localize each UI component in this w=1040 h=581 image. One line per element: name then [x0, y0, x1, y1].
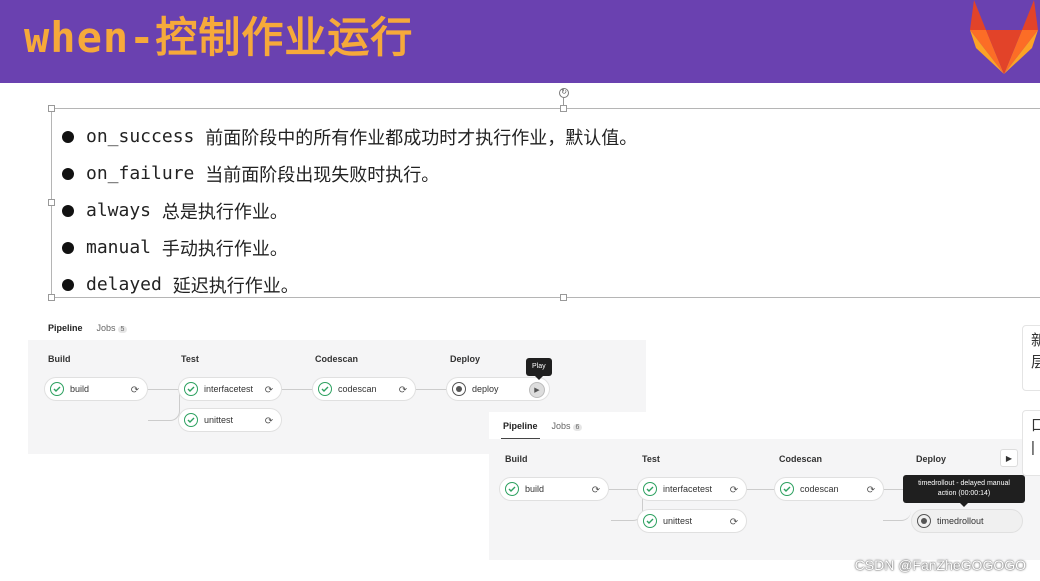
rotate-handle-icon[interactable]: ↻ — [559, 88, 569, 98]
stage-title-codescan: Codescan — [779, 454, 823, 464]
retry-icon[interactable]: ⟳ — [863, 482, 879, 498]
side-card: 口 | — [1022, 410, 1040, 476]
pipeline-tabs: Pipeline Jobs 5 — [46, 314, 139, 342]
job-interfacetest[interactable]: interfacetest ⟳ — [637, 477, 747, 501]
job-unittest[interactable]: unittest ⟳ — [637, 509, 747, 533]
side-card: 新 层 — [1022, 325, 1040, 391]
stage-title-build: Build — [505, 454, 528, 464]
bullet-icon — [62, 167, 74, 180]
job-codescan[interactable]: codescan ⟳ — [312, 377, 416, 401]
success-status-icon — [318, 382, 332, 396]
retry-icon[interactable]: ⟳ — [395, 382, 411, 398]
job-deploy[interactable]: deploy ▶ — [446, 377, 550, 401]
stage-title-deploy: Deploy — [916, 454, 947, 464]
jobs-count-badge: 6 — [572, 423, 583, 431]
tab-jobs[interactable]: Jobs 5 — [95, 319, 130, 337]
stage-title-build: Build — [48, 354, 71, 364]
slide-title: when-控制作业运行 — [24, 13, 414, 62]
tab-pipeline[interactable]: Pipeline — [46, 319, 85, 342]
bullet-icon — [62, 278, 74, 291]
tab-pipeline[interactable]: Pipeline — [501, 417, 540, 440]
gitlab-logo-icon — [970, 0, 1038, 74]
resize-handle[interactable] — [48, 105, 55, 112]
job-build[interactable]: build ⟳ — [44, 377, 148, 401]
list-item: on_success 前面阶段中的所有作业都成功时才执行作业，默认值。 — [62, 118, 637, 155]
scroll-right-button[interactable]: ▶ — [1000, 449, 1018, 467]
retry-icon[interactable]: ⟳ — [261, 413, 277, 429]
jobs-count-badge: 5 — [117, 325, 128, 333]
retry-icon[interactable]: ⟳ — [261, 382, 277, 398]
success-status-icon — [184, 382, 198, 396]
retry-icon[interactable]: ⟳ — [726, 514, 742, 530]
stage-title-test: Test — [181, 354, 199, 364]
job-build[interactable]: build ⟳ — [499, 477, 609, 501]
job-interfacetest[interactable]: interfacetest ⟳ — [178, 377, 282, 401]
bullet-icon — [62, 241, 74, 254]
success-status-icon — [643, 482, 657, 496]
scheduled-status-icon — [917, 514, 931, 528]
stage-title-test: Test — [642, 454, 660, 464]
success-status-icon — [643, 514, 657, 528]
job-codescan[interactable]: codescan ⟳ — [774, 477, 884, 501]
delayed-job-tooltip: timedrollout - delayed manual action (00… — [903, 475, 1025, 507]
list-item: always 总是执行作业。 — [62, 192, 637, 229]
list-item: on_failure 当前面阶段出现失败时执行。 — [62, 155, 637, 192]
bullet-icon — [62, 204, 74, 217]
tab-jobs[interactable]: Jobs 6 — [550, 417, 585, 435]
when-options-list: on_success 前面阶段中的所有作业都成功时才执行作业，默认值。 on_f… — [62, 118, 637, 303]
resize-handle[interactable] — [48, 199, 55, 206]
retry-icon[interactable]: ⟳ — [588, 482, 604, 498]
stage-title-codescan: Codescan — [315, 354, 359, 364]
manual-status-icon — [452, 382, 466, 396]
list-item: manual 手动执行作业。 — [62, 229, 637, 266]
job-timedrollout[interactable]: timedrollout — [911, 509, 1023, 533]
success-status-icon — [184, 413, 198, 427]
slide-header: when-控制作业运行 — [0, 0, 1040, 83]
success-status-icon — [780, 482, 794, 496]
retry-icon[interactable]: ⟳ — [127, 382, 143, 398]
list-item: delayed 延迟执行作业。 — [62, 266, 637, 303]
job-unittest[interactable]: unittest ⟳ — [178, 408, 282, 432]
play-tooltip: Play — [526, 358, 552, 380]
bullet-icon — [62, 130, 74, 143]
retry-icon[interactable]: ⟳ — [726, 482, 742, 498]
pipeline-tabs: Pipeline Jobs 6 — [501, 412, 594, 440]
watermark: CSDN @FanZheGOGOGO — [854, 557, 1026, 573]
resize-handle[interactable] — [560, 105, 567, 112]
resize-handle[interactable] — [48, 294, 55, 301]
stage-title-deploy: Deploy — [450, 354, 481, 364]
success-status-icon — [505, 482, 519, 496]
success-status-icon — [50, 382, 64, 396]
play-icon[interactable]: ▶ — [529, 382, 545, 398]
pipeline-graph-delayed: Pipeline Jobs 6 Build Test Codescan Deplo… — [489, 412, 1040, 560]
